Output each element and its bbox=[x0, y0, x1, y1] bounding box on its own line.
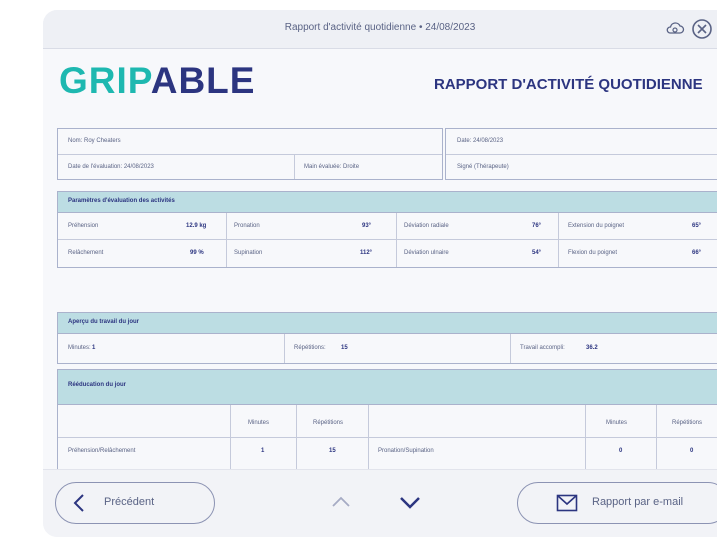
parameters-section: Paramètres d'évaluation des activités Pr… bbox=[57, 191, 717, 268]
row-label: Pronation/Supination bbox=[378, 448, 434, 454]
row-reps: 15 bbox=[329, 448, 336, 454]
bottom-toolbar: Précédent Rapport par e-mail bbox=[43, 469, 717, 537]
patient-name: Nom: Roy Cheaters bbox=[68, 138, 121, 144]
previous-button[interactable]: Précédent bbox=[55, 482, 215, 524]
param-value: 54° bbox=[532, 250, 542, 256]
row-label: Préhension/Relâchement bbox=[68, 448, 136, 454]
param-label: Relâchement bbox=[68, 250, 104, 256]
minutes-label: Minutes: bbox=[68, 345, 91, 351]
email-label: Rapport par e-mail bbox=[592, 496, 684, 508]
work-label: Travail accompli: bbox=[520, 345, 565, 351]
param-label: Supination bbox=[234, 250, 263, 256]
overview-section: Aperçu du travail du jour Minutes: 1 Rép… bbox=[57, 312, 717, 364]
mail-icon bbox=[556, 494, 578, 512]
param-value: 12.9 kg bbox=[186, 223, 207, 229]
overview-heading: Aperçu du travail du jour bbox=[68, 319, 140, 325]
param-label: Flexion du poignet bbox=[568, 250, 618, 256]
cloud-icon[interactable] bbox=[664, 18, 686, 40]
row-reps: 0 bbox=[690, 448, 694, 454]
param-value: 99 % bbox=[190, 250, 204, 256]
param-label: Extension du poignet bbox=[568, 223, 625, 229]
title-bar: Rapport d'activité quotidienne • 24/08/2… bbox=[43, 10, 717, 49]
app-window: Rapport d'activité quotidienne • 24/08/2… bbox=[43, 10, 717, 537]
col-minutes: Minutes bbox=[606, 420, 628, 426]
minutes-value: 1 bbox=[92, 345, 96, 351]
row-minutes: 0 bbox=[619, 448, 623, 454]
work-value: 36.2 bbox=[586, 345, 598, 351]
window-title: Rapport d'activité quotidienne • 24/08/2… bbox=[284, 22, 476, 33]
chevron-down-icon[interactable] bbox=[397, 490, 423, 514]
col-minutes: Minutes bbox=[248, 420, 270, 426]
rehab-section: Rééducation du jour Minutes Répétitions … bbox=[57, 369, 717, 480]
row-minutes: 1 bbox=[261, 448, 265, 454]
param-value: 93° bbox=[362, 223, 372, 229]
param-label: Déviation radiale bbox=[404, 223, 449, 229]
gripable-logo: GRIPABLE bbox=[59, 60, 256, 101]
close-circle-icon[interactable] bbox=[691, 18, 713, 40]
col-reps: Répétitions bbox=[313, 420, 344, 426]
chevron-left-icon bbox=[73, 494, 84, 512]
evaluated-hand: Main évaluée: Droite bbox=[304, 164, 360, 170]
reps-value: 15 bbox=[341, 345, 348, 351]
param-label: Préhension bbox=[68, 223, 99, 229]
evaluation-date: Date de l'évaluation: 24/08/2023 bbox=[68, 164, 154, 170]
param-value: 76° bbox=[532, 223, 542, 229]
previous-label: Précédent bbox=[104, 496, 155, 508]
parameters-heading: Paramètres d'évaluation des activités bbox=[68, 198, 175, 204]
param-value: 65° bbox=[692, 223, 702, 229]
col-reps: Répétitions bbox=[672, 420, 703, 426]
rehab-heading: Rééducation du jour bbox=[68, 382, 127, 388]
patient-info-box: Nom: Roy Cheaters Date de l'évaluation: … bbox=[57, 128, 443, 180]
param-value: 112° bbox=[360, 250, 373, 256]
chevron-up-icon[interactable] bbox=[329, 490, 353, 514]
param-label: Déviation ulnaire bbox=[404, 250, 449, 256]
param-value: 66° bbox=[692, 250, 702, 256]
report-content: GRIPABLE RAPPORT D'ACTIVITÉ QUOTIDIENNE … bbox=[43, 49, 717, 480]
report-title: RAPPORT D'ACTIVITÉ QUOTIDIENNE bbox=[434, 76, 703, 93]
reps-label: Répétitions: bbox=[294, 345, 326, 351]
email-report-button[interactable]: Rapport par e-mail bbox=[517, 482, 717, 524]
therapist-signature: Signé (Thérapeute) bbox=[457, 164, 509, 170]
param-label: Pronation bbox=[234, 223, 260, 229]
date-signature-box: Date: 24/08/2023 Signé (Thérapeute) bbox=[445, 128, 717, 180]
report-date: Date: 24/08/2023 bbox=[457, 138, 504, 144]
